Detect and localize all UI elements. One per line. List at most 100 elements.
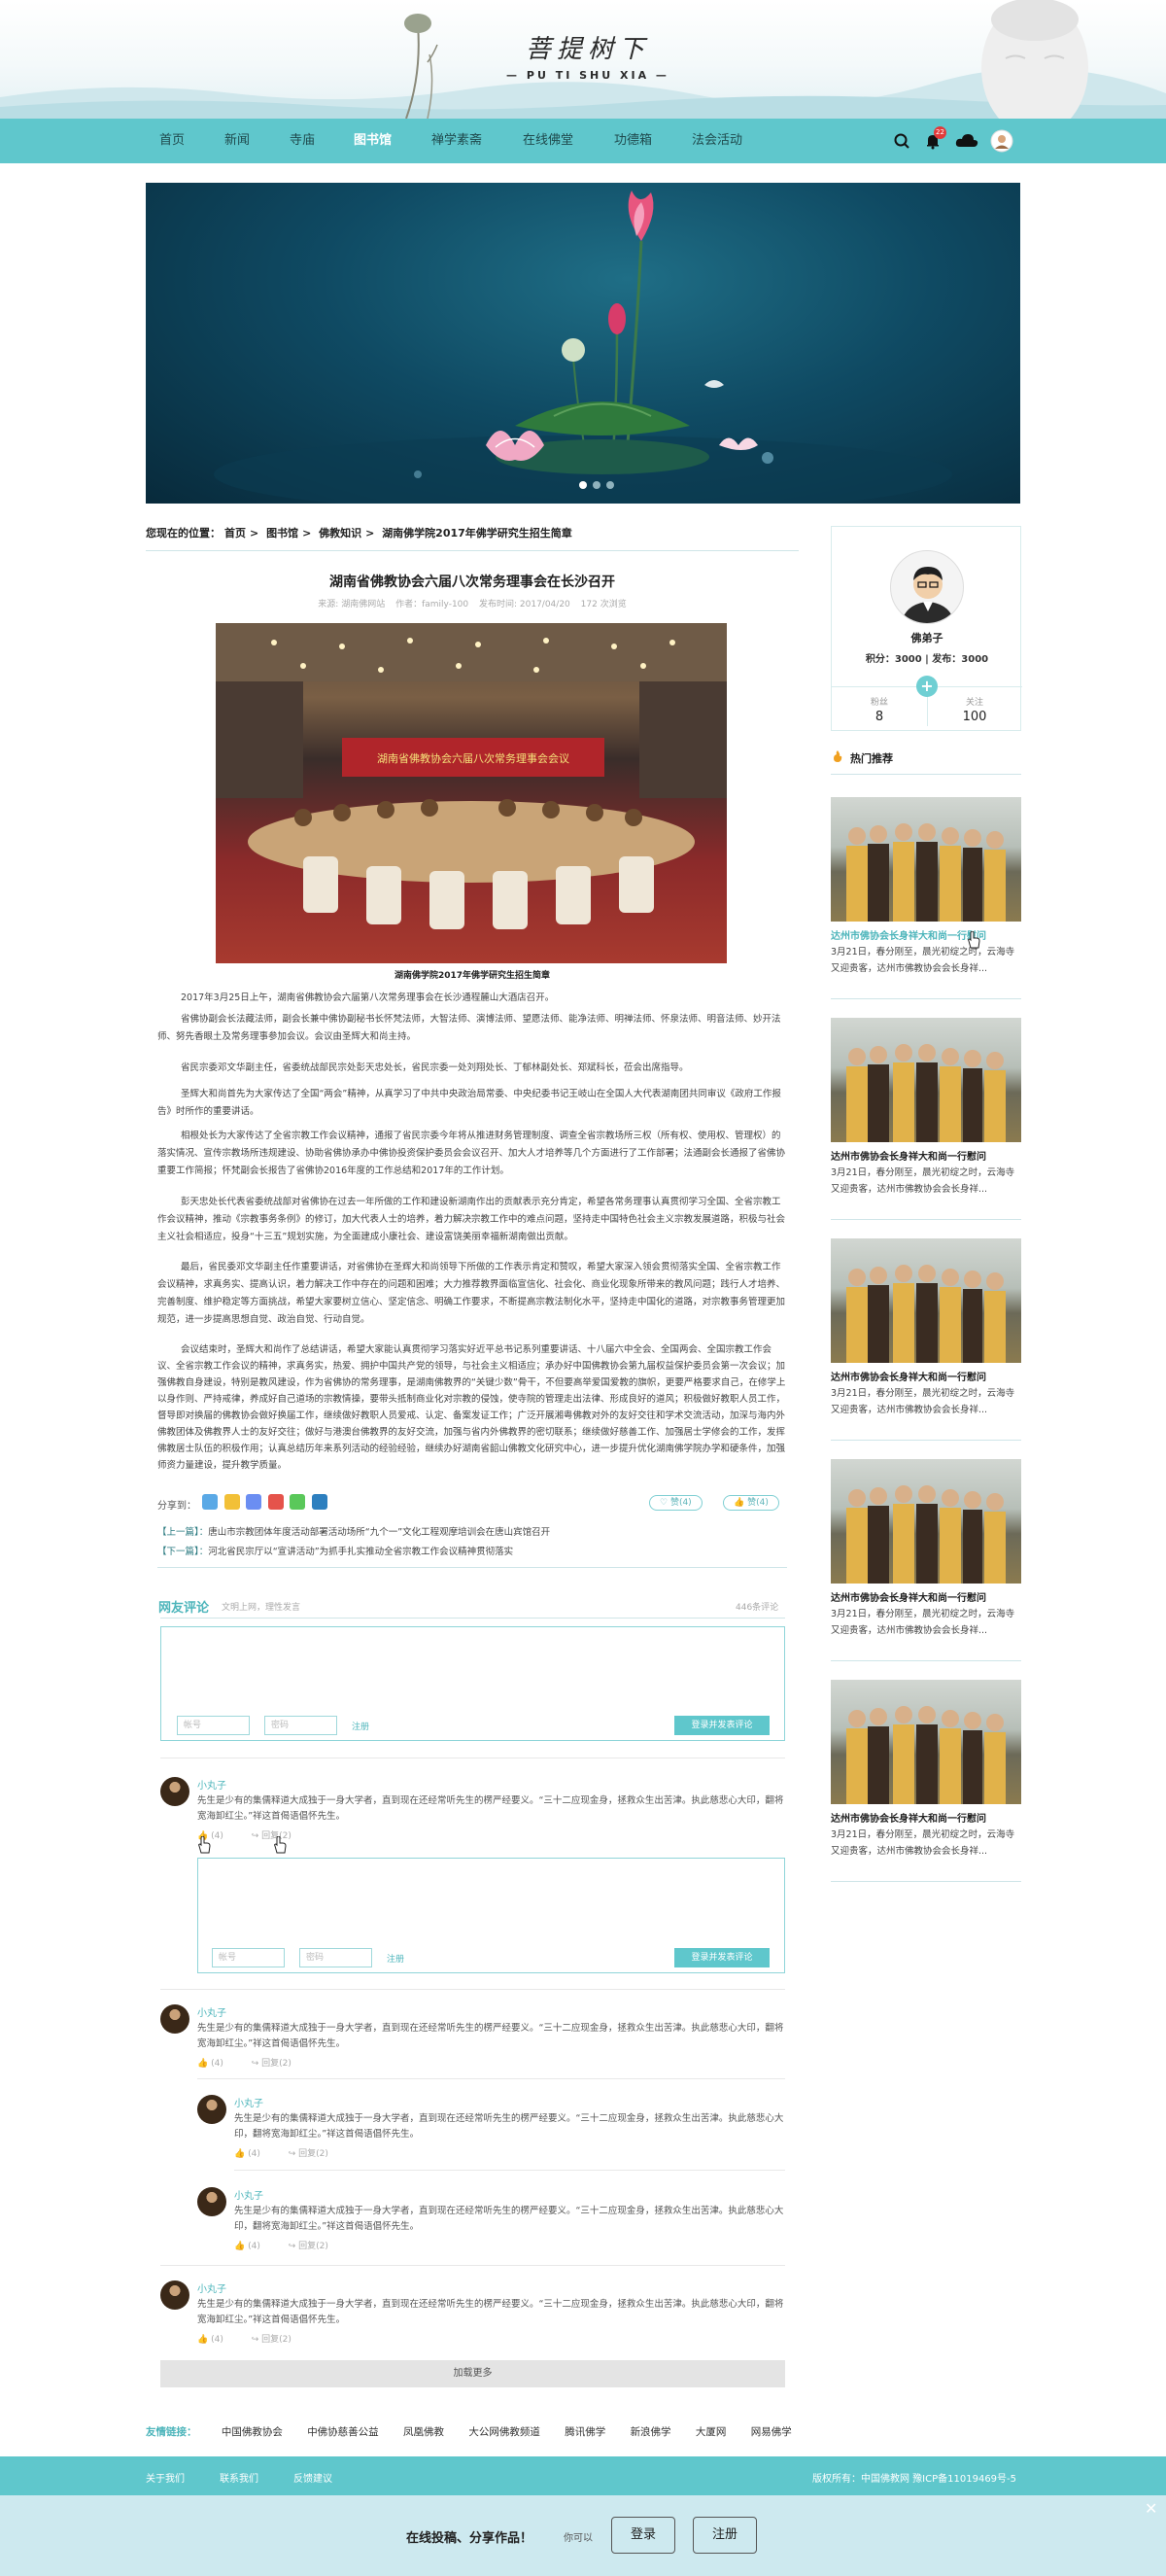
load-more-button[interactable]: 加载更多 bbox=[160, 2360, 785, 2387]
submit-comment-button[interactable]: 登录并发表评论 bbox=[674, 1716, 770, 1735]
nav-item-online-hall[interactable]: 在线佛堂 bbox=[523, 119, 573, 163]
hot-item[interactable]: 达州市佛协会长身祥大和尚一行慰问 3月21日，春分刚至，晨光初绽之时，云海寺又迎… bbox=[831, 1459, 1021, 1639]
comment-reply-button[interactable]: ↪ 回复(2) bbox=[289, 2242, 328, 2251]
follow-button[interactable]: + bbox=[916, 676, 938, 697]
qq-share-icon[interactable] bbox=[202, 1494, 218, 1510]
comment-like-button[interactable]: 👍 (4) bbox=[234, 2149, 260, 2159]
close-icon[interactable]: ✕ bbox=[1145, 2499, 1157, 2518]
comment-like-button[interactable]: 👍 (4) bbox=[197, 2335, 223, 2345]
comment-reply-button[interactable]: ↪ 回复(2) bbox=[252, 2059, 292, 2069]
breadcrumb-knowledge[interactable]: 佛教知识 bbox=[319, 527, 361, 540]
hot-item-image[interactable] bbox=[831, 797, 1021, 922]
avatar[interactable] bbox=[160, 1777, 189, 1806]
hot-item-image[interactable] bbox=[831, 1459, 1021, 1584]
prev-article[interactable]: 【上一篇】：唐山市宗教团体年度活动部署活动场所“九个一”文化工程观摩培训会在唐山… bbox=[157, 1524, 550, 1538]
comment-author[interactable]: 小丸子 bbox=[234, 2095, 263, 2109]
avatar[interactable] bbox=[197, 2095, 226, 2124]
prev-link[interactable]: 唐山市宗教团体年度活动部署活动场所“九个一”文化工程观摩培训会在唐山宾馆召开 bbox=[208, 1527, 550, 1538]
nav-item-library[interactable]: 图书馆 bbox=[354, 119, 392, 163]
sina-weibo-share-icon[interactable] bbox=[267, 1494, 284, 1510]
comment-author[interactable]: 小丸子 bbox=[197, 2004, 226, 2019]
hot-item-title[interactable]: 达州市佛协会长身祥大和尚一行慰问 bbox=[831, 1589, 1021, 1604]
nav-item-temples[interactable]: 寺庙 bbox=[290, 119, 315, 163]
hero-banner[interactable] bbox=[146, 183, 1020, 504]
friend-link[interactable]: 网易佛学 bbox=[751, 2426, 792, 2438]
friend-link[interactable]: 中国佛教协会 bbox=[222, 2426, 283, 2438]
carousel-dot[interactable] bbox=[579, 481, 587, 489]
following-label: 关注 bbox=[965, 698, 983, 708]
nav-item-home[interactable]: 首页 bbox=[159, 119, 185, 163]
site-logo[interactable]: 菩提树下 — PU TI SHU XIA — bbox=[505, 29, 670, 82]
breadcrumb-home[interactable]: 首页 bbox=[224, 527, 246, 540]
account-input[interactable]: 帐号 bbox=[177, 1716, 250, 1735]
comment-reply-label: 回复(2) bbox=[298, 2149, 328, 2159]
comment-author[interactable]: 小丸子 bbox=[197, 2280, 226, 2295]
qzone-share-icon[interactable] bbox=[223, 1494, 240, 1510]
search-icon[interactable] bbox=[892, 131, 911, 151]
register-button[interactable]: 注册 bbox=[693, 2517, 757, 2554]
fans-count[interactable]: 粉丝 8 bbox=[832, 687, 927, 724]
friend-link[interactable]: 大公网佛教频道 bbox=[468, 2426, 540, 2438]
carousel-dot[interactable] bbox=[606, 481, 614, 489]
next-article[interactable]: 【下一篇】：河北省民宗厅以“宣讲活动”为抓手扎实推动全省宗教工作会议精神贯彻落实 bbox=[157, 1544, 513, 1557]
footer-link-feedback[interactable]: 反馈建议 bbox=[293, 2470, 332, 2485]
hot-item-title[interactable]: 达州市佛协会长身祥大和尚一行慰问 bbox=[831, 927, 1021, 942]
hot-item-image[interactable] bbox=[831, 1018, 1021, 1142]
nav-item-news[interactable]: 新闻 bbox=[224, 119, 250, 163]
login-button[interactable]: 登录 bbox=[611, 2517, 675, 2554]
favorite-button[interactable]: ♡ 赞(4) bbox=[649, 1495, 703, 1511]
following-count[interactable]: 关注 100 bbox=[927, 687, 1022, 724]
carousel-dot[interactable] bbox=[593, 481, 600, 489]
next-link[interactable]: 河北省民宗厅以“宣讲活动”为抓手扎实推动全省宗教工作会议精神贯彻落实 bbox=[208, 1547, 513, 1557]
linkedin-share-icon[interactable] bbox=[311, 1494, 327, 1510]
wechat-share-icon[interactable] bbox=[290, 1494, 305, 1510]
avatar[interactable] bbox=[160, 2280, 189, 2310]
comment-like-button[interactable]: 👍 (4) bbox=[234, 2242, 260, 2251]
hot-item[interactable]: 达州市佛协会长身祥大和尚一行慰问 3月21日，春分刚至，晨光初绽之时，云海寺又迎… bbox=[831, 1238, 1021, 1418]
account-input[interactable]: 帐号 bbox=[212, 1948, 285, 1967]
profile-avatar[interactable] bbox=[890, 550, 964, 624]
hot-item-title[interactable]: 达州市佛协会长身祥大和尚一行慰问 bbox=[831, 1148, 1021, 1163]
comment-author[interactable]: 小丸子 bbox=[197, 1777, 226, 1792]
carousel-dots[interactable] bbox=[579, 479, 620, 492]
hot-item-image[interactable] bbox=[831, 1680, 1021, 1804]
comment-author[interactable]: 小丸子 bbox=[234, 2187, 263, 2202]
friend-link[interactable]: 凤凰佛教 bbox=[403, 2426, 444, 2438]
hot-item-title[interactable]: 达州市佛协会长身祥大和尚一行慰问 bbox=[831, 1369, 1021, 1383]
reply-textarea[interactable] bbox=[198, 1859, 784, 1942]
cloud-upload-icon[interactable] bbox=[954, 131, 979, 151]
like-count: 赞(4) bbox=[747, 1498, 769, 1508]
nav-item-zen-vegetarian[interactable]: 禅学素斋 bbox=[431, 119, 482, 163]
password-input[interactable]: 密码 bbox=[264, 1716, 337, 1735]
hot-item-title[interactable]: 达州市佛协会长身祥大和尚一行慰问 bbox=[831, 1810, 1021, 1825]
avatar[interactable] bbox=[197, 2187, 226, 2216]
logo-en: — PU TI SHU XIA — bbox=[506, 69, 669, 82]
friend-link[interactable]: 大厦网 bbox=[696, 2426, 727, 2438]
friend-link[interactable]: 中佛协慈善公益 bbox=[307, 2426, 379, 2438]
breadcrumb-library[interactable]: 图书馆 bbox=[266, 527, 298, 540]
comment-reply-button[interactable]: ↪ 回复(2) bbox=[289, 2149, 328, 2159]
breadcrumb-current[interactable]: 湖南佛学院2017年佛学研究生招生简章 bbox=[382, 527, 572, 540]
password-input[interactable]: 密码 bbox=[299, 1948, 372, 1967]
hot-item-image[interactable] bbox=[831, 1238, 1021, 1363]
tencent-weibo-share-icon[interactable] bbox=[246, 1494, 261, 1510]
submit-reply-button[interactable]: 登录并发表评论 bbox=[674, 1948, 770, 1967]
nav-item-dharma-events[interactable]: 法会活动 bbox=[692, 119, 742, 163]
comment-like-button[interactable]: 👍 (4) bbox=[197, 2059, 223, 2069]
user-avatar[interactable] bbox=[990, 129, 1013, 153]
hot-item[interactable]: 达州市佛协会长身祥大和尚一行慰问 3月21日，春分刚至，晨光初绽之时，云海寺又迎… bbox=[831, 1680, 1021, 1860]
footer-link-about[interactable]: 关于我们 bbox=[146, 2470, 185, 2485]
hot-item[interactable]: 达州市佛协会长身祥大和尚一行慰问 3月21日，春分刚至，晨光初绽之时，云海寺又迎… bbox=[831, 797, 1021, 977]
nav-item-merit-box[interactable]: 功德箱 bbox=[614, 119, 652, 163]
comment-textarea[interactable] bbox=[161, 1627, 784, 1711]
like-button[interactable]: 👍 赞(4) bbox=[723, 1495, 779, 1511]
friend-link[interactable]: 新浪佛学 bbox=[631, 2426, 671, 2438]
register-link[interactable]: 注册 bbox=[387, 1952, 404, 1965]
divider bbox=[160, 1989, 785, 1990]
register-link[interactable]: 注册 bbox=[352, 1720, 369, 1732]
friend-link[interactable]: 腾讯佛学 bbox=[565, 2426, 605, 2438]
hot-item[interactable]: 达州市佛协会长身祥大和尚一行慰问 3月21日，春分刚至，晨光初绽之时，云海寺又迎… bbox=[831, 1018, 1021, 1198]
footer-link-contact[interactable]: 联系我们 bbox=[220, 2470, 258, 2485]
avatar[interactable] bbox=[160, 2004, 189, 2034]
comment-reply-button[interactable]: ↪ 回复(2) bbox=[252, 2335, 292, 2345]
